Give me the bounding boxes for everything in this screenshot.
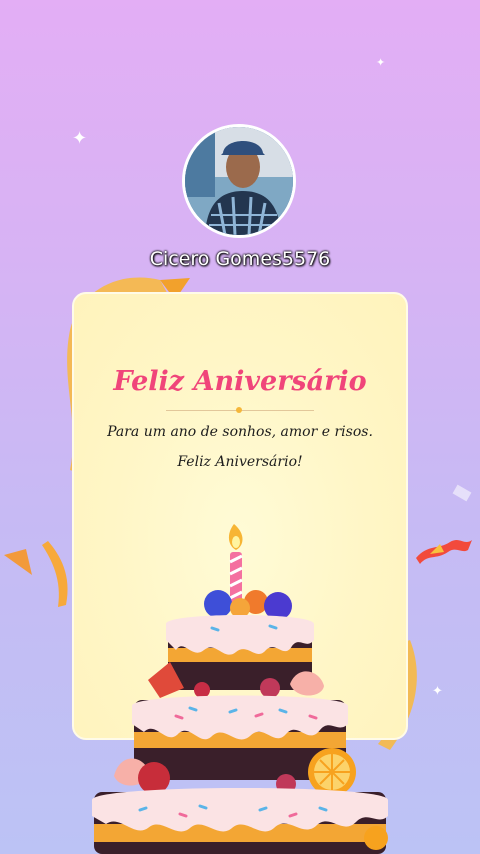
message-line-2: Feliz Aniversário! [177, 454, 303, 470]
username-label[interactable]: Cicero Gomes5576 [0, 248, 480, 270]
card-title: Feliz Aniversário [113, 366, 367, 397]
divider-ornament [236, 407, 242, 413]
user-photo-image [185, 127, 293, 235]
sparkle-icon: ✦ [72, 128, 88, 149]
message-line-1: Para um ano de sonhos, amor e risos. [107, 424, 373, 440]
sparkle-icon: ✦ [376, 56, 386, 69]
birthday-cake-illustration [92, 524, 388, 854]
confetti-decoration [416, 484, 472, 564]
profile-avatar[interactable] [182, 124, 296, 238]
sparkle-icon: ✦ [432, 684, 443, 699]
